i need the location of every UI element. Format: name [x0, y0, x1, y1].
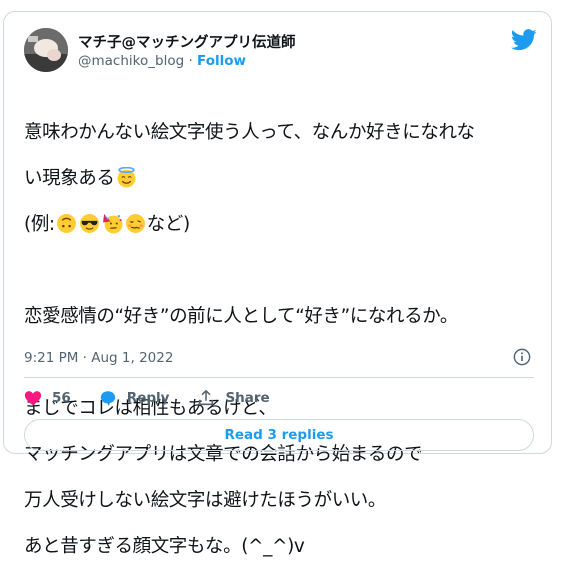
twitter-bird-icon[interactable] [511, 29, 537, 51]
like-count: 56 [52, 390, 71, 406]
tweet-line-3-suffix: など) [146, 214, 190, 235]
author-handle[interactable]: @machiko_blog [78, 53, 184, 69]
author-name[interactable]: マチ子@マッチングアプリ伝道師 [78, 31, 296, 52]
tweet-card: マチ子@マッチングアプリ伝道師 @machiko_blog · Follow 意… [3, 11, 552, 557]
action-bar: 56 Reply Share [24, 386, 298, 410]
follow-button[interactable]: Follow [197, 53, 246, 69]
sunglasses-face-emoji [79, 214, 99, 233]
tweet-line-3-prefix: (例: [24, 214, 55, 235]
tweet-line-3: (例: など) [24, 213, 534, 236]
party-face-emoji [102, 214, 123, 234]
tweet-line-1: 意味わかんない絵文字使う人って、なんか好きになれな [24, 122, 475, 143]
share-button[interactable]: Share [197, 389, 270, 407]
tweet-text: 意味わかんない絵文字使う人って、なんか好きになれな い現象ある (例: など) 恋… [24, 98, 534, 581]
share-label: Share [225, 390, 270, 406]
heart-icon [24, 391, 42, 406]
tweet-line-2: い現象ある [24, 167, 534, 190]
woozy-face-emoji [125, 214, 145, 233]
read-replies-button[interactable]: Read 3 replies [24, 419, 534, 451]
share-icon [199, 389, 214, 406]
tweet-line-2-text: い現象ある [24, 168, 115, 189]
handle-row: @machiko_blog · Follow [78, 53, 246, 69]
tweet-line-7: 万人受けしない絵文字は避けたほうがいい。 [24, 490, 387, 511]
separator: · [188, 53, 193, 69]
reply-button[interactable]: Reply [99, 389, 170, 407]
upside-down-face-emoji [56, 214, 76, 233]
tweet-line-4: 恋愛感情の“好き”の前に人として“好き”になれるか。 [24, 306, 459, 327]
reply-label: Reply [126, 390, 170, 406]
halo-face-emoji [117, 167, 135, 188]
info-icon[interactable] [513, 348, 531, 366]
like-button[interactable]: 56 [24, 389, 71, 407]
avatar[interactable] [24, 28, 68, 72]
timestamp[interactable]: 9:21 PM · Aug 1, 2022 [24, 350, 173, 366]
divider [24, 377, 534, 378]
reply-icon [100, 391, 115, 407]
tweet-line-8: あと昔すぎる顔文字もな。(^_^)v [24, 536, 305, 557]
